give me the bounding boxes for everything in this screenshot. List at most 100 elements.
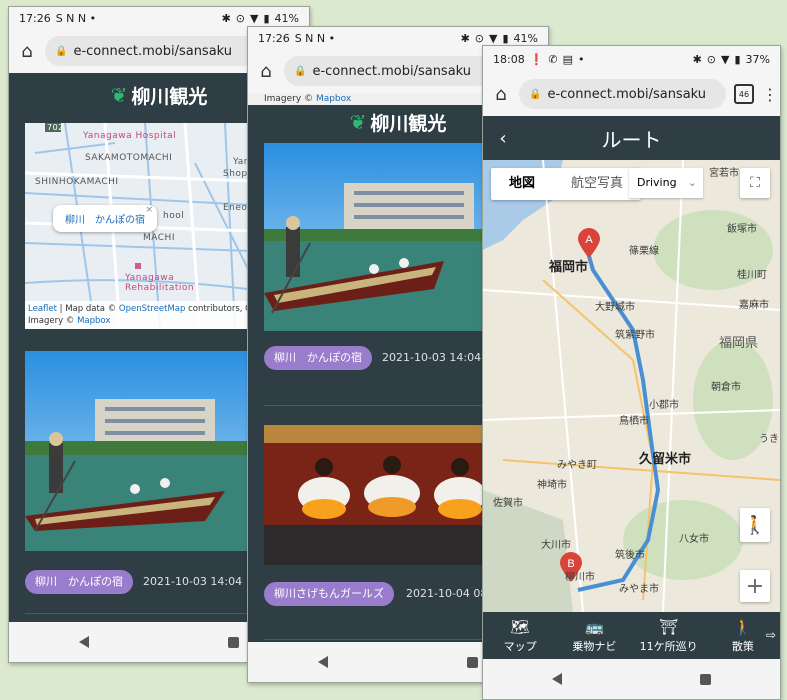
back-icon[interactable] <box>78 636 89 648</box>
bluetooth-icon: ✱ <box>460 31 470 45</box>
browser-toolbar: ⌂ 🔒 e-connect.mobi/sansaku 46 ⋮ <box>483 72 780 116</box>
map-label-shinhokamachi: SHINHOKAMACHI <box>35 177 119 187</box>
place-saga: 佐賀市 <box>493 498 523 509</box>
brand-title: 柳川観光 <box>131 85 208 108</box>
alert-icon: ❗ <box>529 52 544 66</box>
wifi-icon: ▼ <box>489 31 498 45</box>
pegman-icon: 🚶 <box>743 514 767 536</box>
tab-map-label: マップ <box>503 639 537 653</box>
map-popup[interactable]: 柳川 かんぽの宿 × <box>53 205 157 232</box>
imagery-text: Imagery © <box>28 316 78 326</box>
tab-map[interactable]: 🗺 マップ <box>483 612 557 660</box>
exit-arrow-icon[interactable]: ⇨ <box>766 628 776 642</box>
route-header: ‹ ルート <box>483 116 780 160</box>
place-tosu: 鳥栖市 <box>619 416 649 427</box>
tab-pilgrimage[interactable]: ⛩ 11ケ所巡り <box>632 612 706 660</box>
lock-icon: 🔒 <box>294 65 307 77</box>
place-chikushino: 筑紫野市 <box>615 330 655 341</box>
tab-transit[interactable]: 🚌 乗物ナビ <box>557 612 631 660</box>
google-map[interactable]: 地図 航空写真 Driving ⌄ ⛶ A B 福岡市 大野城市 筑紫野市 鳥栖… <box>483 160 780 612</box>
url-text: e-connect.mobi/sansaku <box>73 43 233 59</box>
walk-icon: 🚶 <box>733 617 753 636</box>
tab-walk-label: 散策 <box>731 639 754 653</box>
travel-mode-value: Driving <box>637 176 677 189</box>
battery-icon: ▮ <box>734 52 741 66</box>
map-type-roadmap[interactable]: 地図 <box>491 168 553 200</box>
map-type-satellite[interactable]: 航空写真 <box>553 168 641 200</box>
home-icon[interactable]: ⌂ <box>17 41 37 62</box>
home-icon[interactable]: ⌂ <box>256 61 276 82</box>
place-onojo: 大野城市 <box>595 302 635 313</box>
spot-chip-1[interactable]: 柳川 かんぽの宿 <box>264 346 372 370</box>
close-icon[interactable]: × <box>145 205 153 215</box>
fullscreen-button[interactable]: ⛶ <box>740 168 770 198</box>
page-title: ルート <box>601 127 662 152</box>
attribution-text: | Map data © <box>56 304 119 314</box>
place-fukuoka: 福岡市 <box>549 260 589 275</box>
leaf-logo-icon: ❦ <box>349 110 367 134</box>
temple-icon: ⛩ <box>659 617 679 636</box>
address-bar[interactable]: 🔒 e-connect.mobi/sansaku <box>519 79 726 109</box>
place-yanagawa: 柳川市 <box>565 572 595 583</box>
recents-icon[interactable] <box>467 656 479 668</box>
place-yame: 八女市 <box>679 534 709 545</box>
system-nav-bar <box>483 659 780 699</box>
osm-link[interactable]: OpenStreetMap <box>119 304 185 314</box>
travel-mode-select[interactable]: Driving ⌄ <box>629 168 703 198</box>
recents-icon[interactable] <box>228 636 240 648</box>
place-miyama: みやま市 <box>619 584 659 595</box>
fullscreen-icon: ⛶ <box>750 175 760 191</box>
plus-icon: + <box>745 573 765 599</box>
location-icon: ⊙ <box>474 31 485 45</box>
place-fukuoka-pref: 福岡県 <box>719 336 759 351</box>
spot-date-2: 2021-10-04 08: <box>406 587 492 600</box>
tab-pilgrimage-label: 11ケ所巡り <box>639 639 698 653</box>
map-label-hool: hool <box>163 211 185 221</box>
battery-icon: ▮ <box>263 11 270 25</box>
more-menu-icon[interactable]: ⋮ <box>762 85 778 104</box>
popup-text: 柳川 かんぽの宿 <box>65 215 145 226</box>
back-icon[interactable] <box>552 673 562 685</box>
zoom-in-button[interactable]: + <box>740 570 770 602</box>
place-ogori: 小郡市 <box>649 400 679 411</box>
mapbox-link[interactable]: Mapbox <box>77 316 110 326</box>
home-icon[interactable]: ⌂ <box>491 84 511 105</box>
map-label-rehabilitation: Yanagawa Rehabilitation <box>125 273 195 293</box>
url-text: e-connect.mobi/sansaku <box>547 86 707 102</box>
storage-icon: ▤ <box>562 52 574 66</box>
spot-date: 2021-10-03 14:04 <box>143 575 243 588</box>
back-icon[interactable] <box>317 656 328 668</box>
place-miyaki: みやき町 <box>557 460 597 471</box>
location-icon: ⊙ <box>706 52 717 66</box>
map-label-hospital: Yanagawa Hospital <box>83 131 177 141</box>
bus-icon: 🚌 <box>585 617 604 636</box>
battery-icon: ▮ <box>502 31 509 45</box>
marker-a[interactable]: A <box>578 228 600 258</box>
missed-call-icon: ✆ <box>548 52 558 66</box>
brand-title: 柳川観光 <box>370 112 447 135</box>
place-asakura: 朝倉市 <box>711 382 741 393</box>
phone-3: 18:08 ❗ ✆ ▤ • ✱ ⊙ ▼ ▮ 37% ⌂ 🔒 e-connect.… <box>482 45 781 700</box>
place-kanzaki: 神埼市 <box>537 480 567 491</box>
leaflet-link[interactable]: Leaflet <box>28 304 57 314</box>
street-view-button[interactable]: 🚶 <box>740 508 770 542</box>
place-kurume: 久留米市 <box>639 452 692 467</box>
bluetooth-icon: ✱ <box>692 52 702 66</box>
map-type-control: 地図 航空写真 <box>491 168 642 200</box>
place-chikugo: 筑後市 <box>615 550 645 561</box>
lock-icon: 🔒 <box>55 45 68 57</box>
spot-chip[interactable]: 柳川 かんぽの宿 <box>25 570 133 594</box>
tab-switcher-button[interactable]: 46 <box>734 84 754 104</box>
imagery-text: Imagery © <box>264 94 316 104</box>
marker-a-label: A <box>585 234 593 246</box>
map-label-sakamotomachi: SAKAMOTOMACHI <box>85 153 173 163</box>
spot-chip-2[interactable]: 柳川さげもんガールズ <box>264 582 394 606</box>
status-time: 17:26 <box>19 11 51 25</box>
mapbox-link[interactable]: Mapbox <box>316 94 351 104</box>
notification-icons: S N N • <box>294 31 336 45</box>
recents-icon[interactable] <box>700 673 711 685</box>
wifi-icon: ▼ <box>250 11 259 25</box>
bottom-tab-bar: 🗺 マップ 🚌 乗物ナビ ⛩ 11ケ所巡り 🚶 散策 ⇨ <box>483 612 780 660</box>
back-chevron-icon[interactable]: ‹ <box>483 128 523 149</box>
status-time: 18:08 <box>493 52 525 66</box>
